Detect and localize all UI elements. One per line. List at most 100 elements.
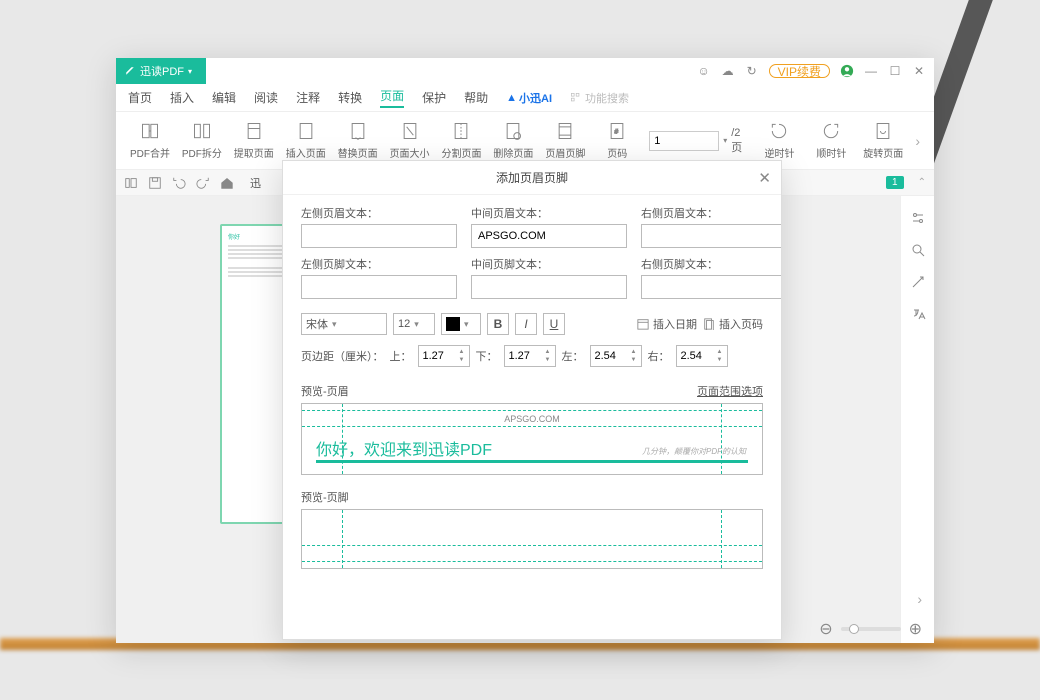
label-header-center: 中间页眉文本： [471,205,627,221]
feature-search[interactable]: 功能搜索 [570,90,629,106]
app-logo-icon [124,65,136,77]
preview-bar [316,460,748,463]
label-footer-left: 左侧页脚文本： [301,256,457,272]
ribbon-rotate-ccw[interactable]: 逆时针 [754,121,806,160]
ribbon-delete[interactable]: 删除页面 [487,121,539,160]
font-color-select[interactable]: ▾ [441,313,481,335]
menu-page[interactable]: 页面 [380,87,404,108]
input-header-right[interactable] [641,224,781,248]
chat-icon[interactable]: ☺ [697,64,711,78]
scroll-right-icon[interactable]: › [917,591,922,607]
ribbon-overflow-icon[interactable]: › [909,133,926,149]
maximize-button[interactable]: ☐ [888,64,902,78]
refresh-icon[interactable]: ↻ [745,64,759,78]
margin-row: 页边距（厘米）： 上： ▲▼ 下： ▲▼ 左： ▲▼ 右： ▲▼ [301,345,763,367]
ribbon-size[interactable]: 页面大小 [384,121,436,160]
ribbon-headerfooter[interactable]: 页眉页脚 [539,121,591,160]
menu-convert[interactable]: 转换 [338,89,362,106]
ribbon-rotate-cw[interactable]: 顺时针 [805,121,857,160]
color-swatch [446,317,460,331]
zoom-slider[interactable] [841,627,901,631]
home-icon[interactable] [220,176,234,190]
preview-sub-text: 几分钟，颠覆你对PDF的认知 [642,446,746,457]
magic-icon[interactable] [910,274,926,290]
ribbon-pagenum[interactable]: #页码 [591,121,643,160]
preview-footer-box [301,509,763,569]
zoom-out-icon[interactable]: ⊖ [819,619,832,639]
menu-read[interactable]: 阅读 [254,89,278,106]
input-footer-left[interactable] [301,275,457,299]
pager: ▾ /2页 [649,127,747,155]
input-footer-right[interactable] [641,275,781,299]
ribbon-split[interactable]: PDF拆分 [176,121,228,160]
ribbon-rotate-page[interactable]: 旋转页面 [857,121,909,160]
margin-left-input[interactable]: ▲▼ [590,345,642,367]
margin-right-input[interactable]: ▲▼ [676,345,728,367]
insert-page-button[interactable]: 插入页码 [703,316,763,332]
input-header-center[interactable] [471,224,627,248]
page-total: /2页 [731,127,747,155]
vip-button[interactable]: VIP续费 [769,64,830,78]
page-input[interactable] [649,131,719,151]
insert-date-button[interactable]: 插入日期 [637,316,697,332]
save-icon[interactable] [148,176,162,190]
ribbon-extract[interactable]: 提取页面 [228,121,280,160]
font-size-select[interactable]: 12▾ [393,313,435,335]
menu-edit[interactable]: 编辑 [212,89,236,106]
dialog-body: 左侧页眉文本： 中间页眉文本： 右侧页眉文本： 左侧页脚文本： 中间页脚文本： … [283,195,781,639]
titlebar: 迅读PDF ▾ ☺ ☁ ↻ VIP续费 — ☐ ✕ [116,58,934,84]
menubar: 首页 插入 编辑 阅读 注释 转换 页面 保护 帮助 ▲小迅AI 功能搜索 [116,84,934,112]
input-header-left[interactable] [301,224,457,248]
cloud-icon[interactable]: ☁ [721,64,735,78]
app-tab[interactable]: 迅读PDF ▾ [116,58,206,84]
page-thumbnail[interactable]: 你好 [220,224,290,524]
app-name: 迅读PDF [140,63,184,79]
page-range-options[interactable]: 页面范围选项 [697,383,763,399]
menu-insert[interactable]: 插入 [170,89,194,106]
ribbon-splitpg[interactable]: 分割页面 [436,121,488,160]
ribbon-insert[interactable]: 插入页面 [280,121,332,160]
margin-top-input[interactable]: ▲▼ [418,345,470,367]
bold-button[interactable]: B [487,313,509,335]
page-dropdown-icon[interactable]: ▾ [723,136,727,145]
avatar[interactable] [840,64,854,78]
ai-button[interactable]: ▲小迅AI [506,90,552,106]
chevron-down-icon: ▾ [332,319,337,330]
thumb-header: 你好 [228,232,282,241]
margin-label: 页边距（厘米）： [301,348,384,364]
dialog-titlebar: 添加页眉页脚 ✕ [283,161,781,195]
document-tab[interactable]: 迅 [244,175,267,191]
minimize-button[interactable]: — [864,64,878,78]
chevron-down-icon: ▾ [464,319,469,330]
dialog-title: 添加页眉页脚 [496,169,568,186]
statusbar: ⊖ ⊕ [807,615,934,643]
margin-bottom-input[interactable]: ▲▼ [504,345,556,367]
zoom-in-icon[interactable]: ⊕ [909,619,922,639]
settings-icon[interactable] [910,210,926,226]
search-tool-icon[interactable] [910,242,926,258]
menu-annot[interactable]: 注释 [296,89,320,106]
ribbon-replace[interactable]: 替换页面 [332,121,384,160]
close-button[interactable]: ✕ [912,64,926,78]
label-header-left: 左侧页眉文本： [301,205,457,221]
undo-icon[interactable] [172,176,186,190]
menu-home[interactable]: 首页 [128,89,152,106]
italic-button[interactable]: I [515,313,537,335]
underline-button[interactable]: U [543,313,565,335]
redo-icon[interactable] [196,176,210,190]
sidebar-icon[interactable] [124,176,138,190]
format-row: 宋体▾ 12▾ ▾ B I U 插入日期 插入页码 [301,313,763,335]
ribbon-merge[interactable]: PDF合并 [124,121,176,160]
input-footer-center[interactable] [471,275,627,299]
menu-protect[interactable]: 保护 [422,89,446,106]
dialog-close-button[interactable]: ✕ [758,169,771,187]
label-footer-center: 中间页脚文本： [471,256,627,272]
label-header-right: 右侧页眉文本： [641,205,781,221]
translate-icon[interactable] [910,306,926,322]
badge-caret-icon[interactable]: ⌃ [918,177,926,188]
svg-text:#: # [615,129,619,136]
app-tab-dropdown-icon[interactable]: ▾ [188,67,192,76]
titlebar-right: ☺ ☁ ↻ VIP续费 — ☐ ✕ [697,64,934,78]
menu-help[interactable]: 帮助 [464,89,488,106]
font-select[interactable]: 宋体▾ [301,313,387,335]
